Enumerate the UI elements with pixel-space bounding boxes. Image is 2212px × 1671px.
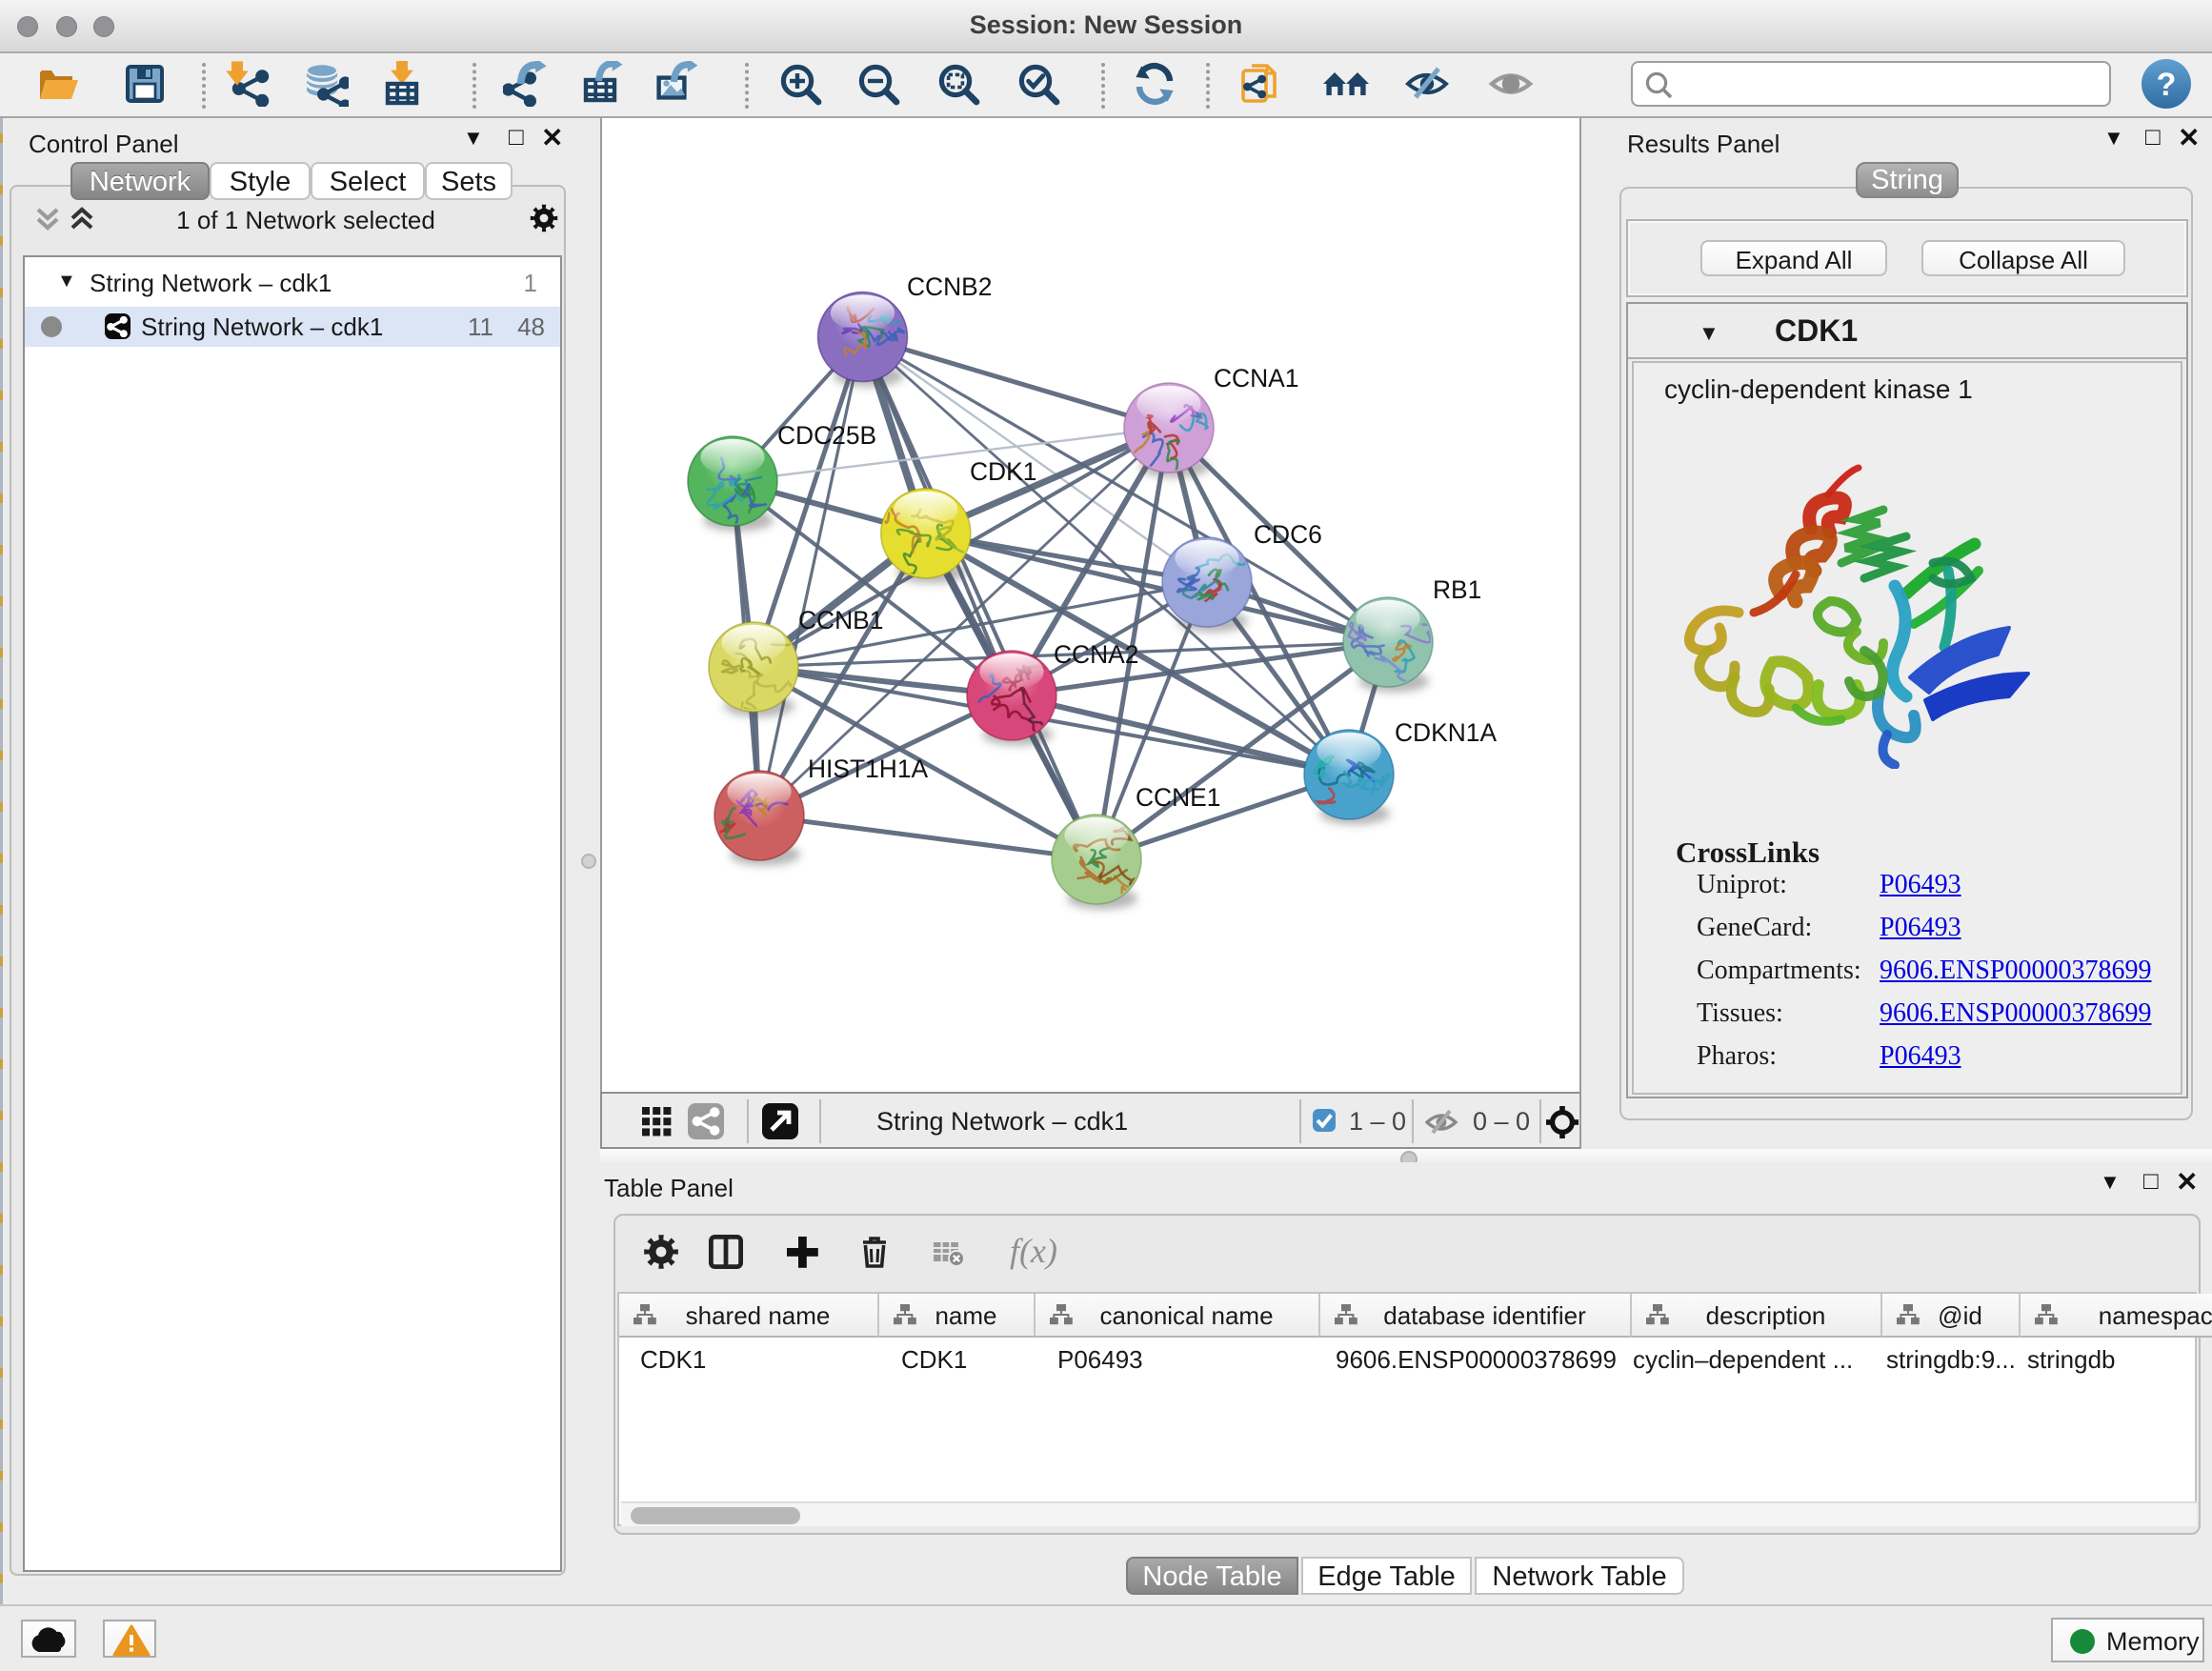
svg-text:CCNB1: CCNB1 (798, 606, 883, 634)
svg-text:HIST1H1A: HIST1H1A (808, 755, 929, 783)
svg-text:RB1: RB1 (1433, 575, 1481, 604)
svg-text:CCNA1: CCNA1 (1214, 364, 1298, 393)
svg-text:CDKN1A: CDKN1A (1395, 718, 1497, 747)
svg-text:CDC6: CDC6 (1254, 520, 1322, 549)
svg-text:CDC25B: CDC25B (777, 421, 876, 450)
svg-text:CCNA2: CCNA2 (1054, 640, 1138, 669)
svg-text:CCNB2: CCNB2 (907, 272, 992, 301)
svg-text:?: ? (2157, 67, 2177, 103)
svg-text:CCNE1: CCNE1 (1136, 783, 1220, 812)
svg-text:CDK1: CDK1 (970, 457, 1036, 486)
